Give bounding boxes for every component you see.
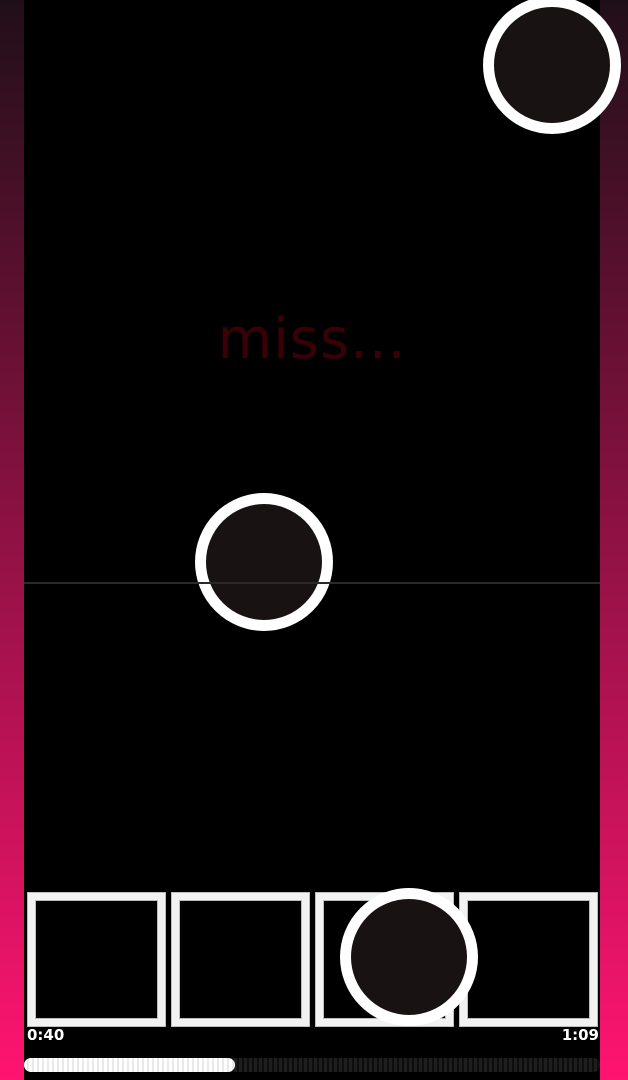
lane-divider (24, 582, 600, 584)
time-total: 1:09 (561, 1026, 599, 1044)
falling-note-icon (195, 492, 333, 631)
falling-note-icon (483, 0, 621, 134)
playfield[interactable]: miss... 0:40 1:09 (24, 0, 621, 1080)
right-side-gradient (600, 0, 628, 1080)
progress-bar[interactable] (24, 1058, 600, 1072)
hit-note-icon (340, 888, 478, 1026)
target-lane-4[interactable] (460, 893, 597, 1026)
progress-fill (24, 1058, 236, 1072)
time-elapsed: 0:40 (27, 1026, 65, 1044)
left-side-gradient (0, 0, 24, 1080)
judgement-text: miss... (217, 307, 407, 372)
target-lane-2[interactable] (172, 893, 309, 1026)
target-lane-1[interactable] (28, 893, 165, 1026)
